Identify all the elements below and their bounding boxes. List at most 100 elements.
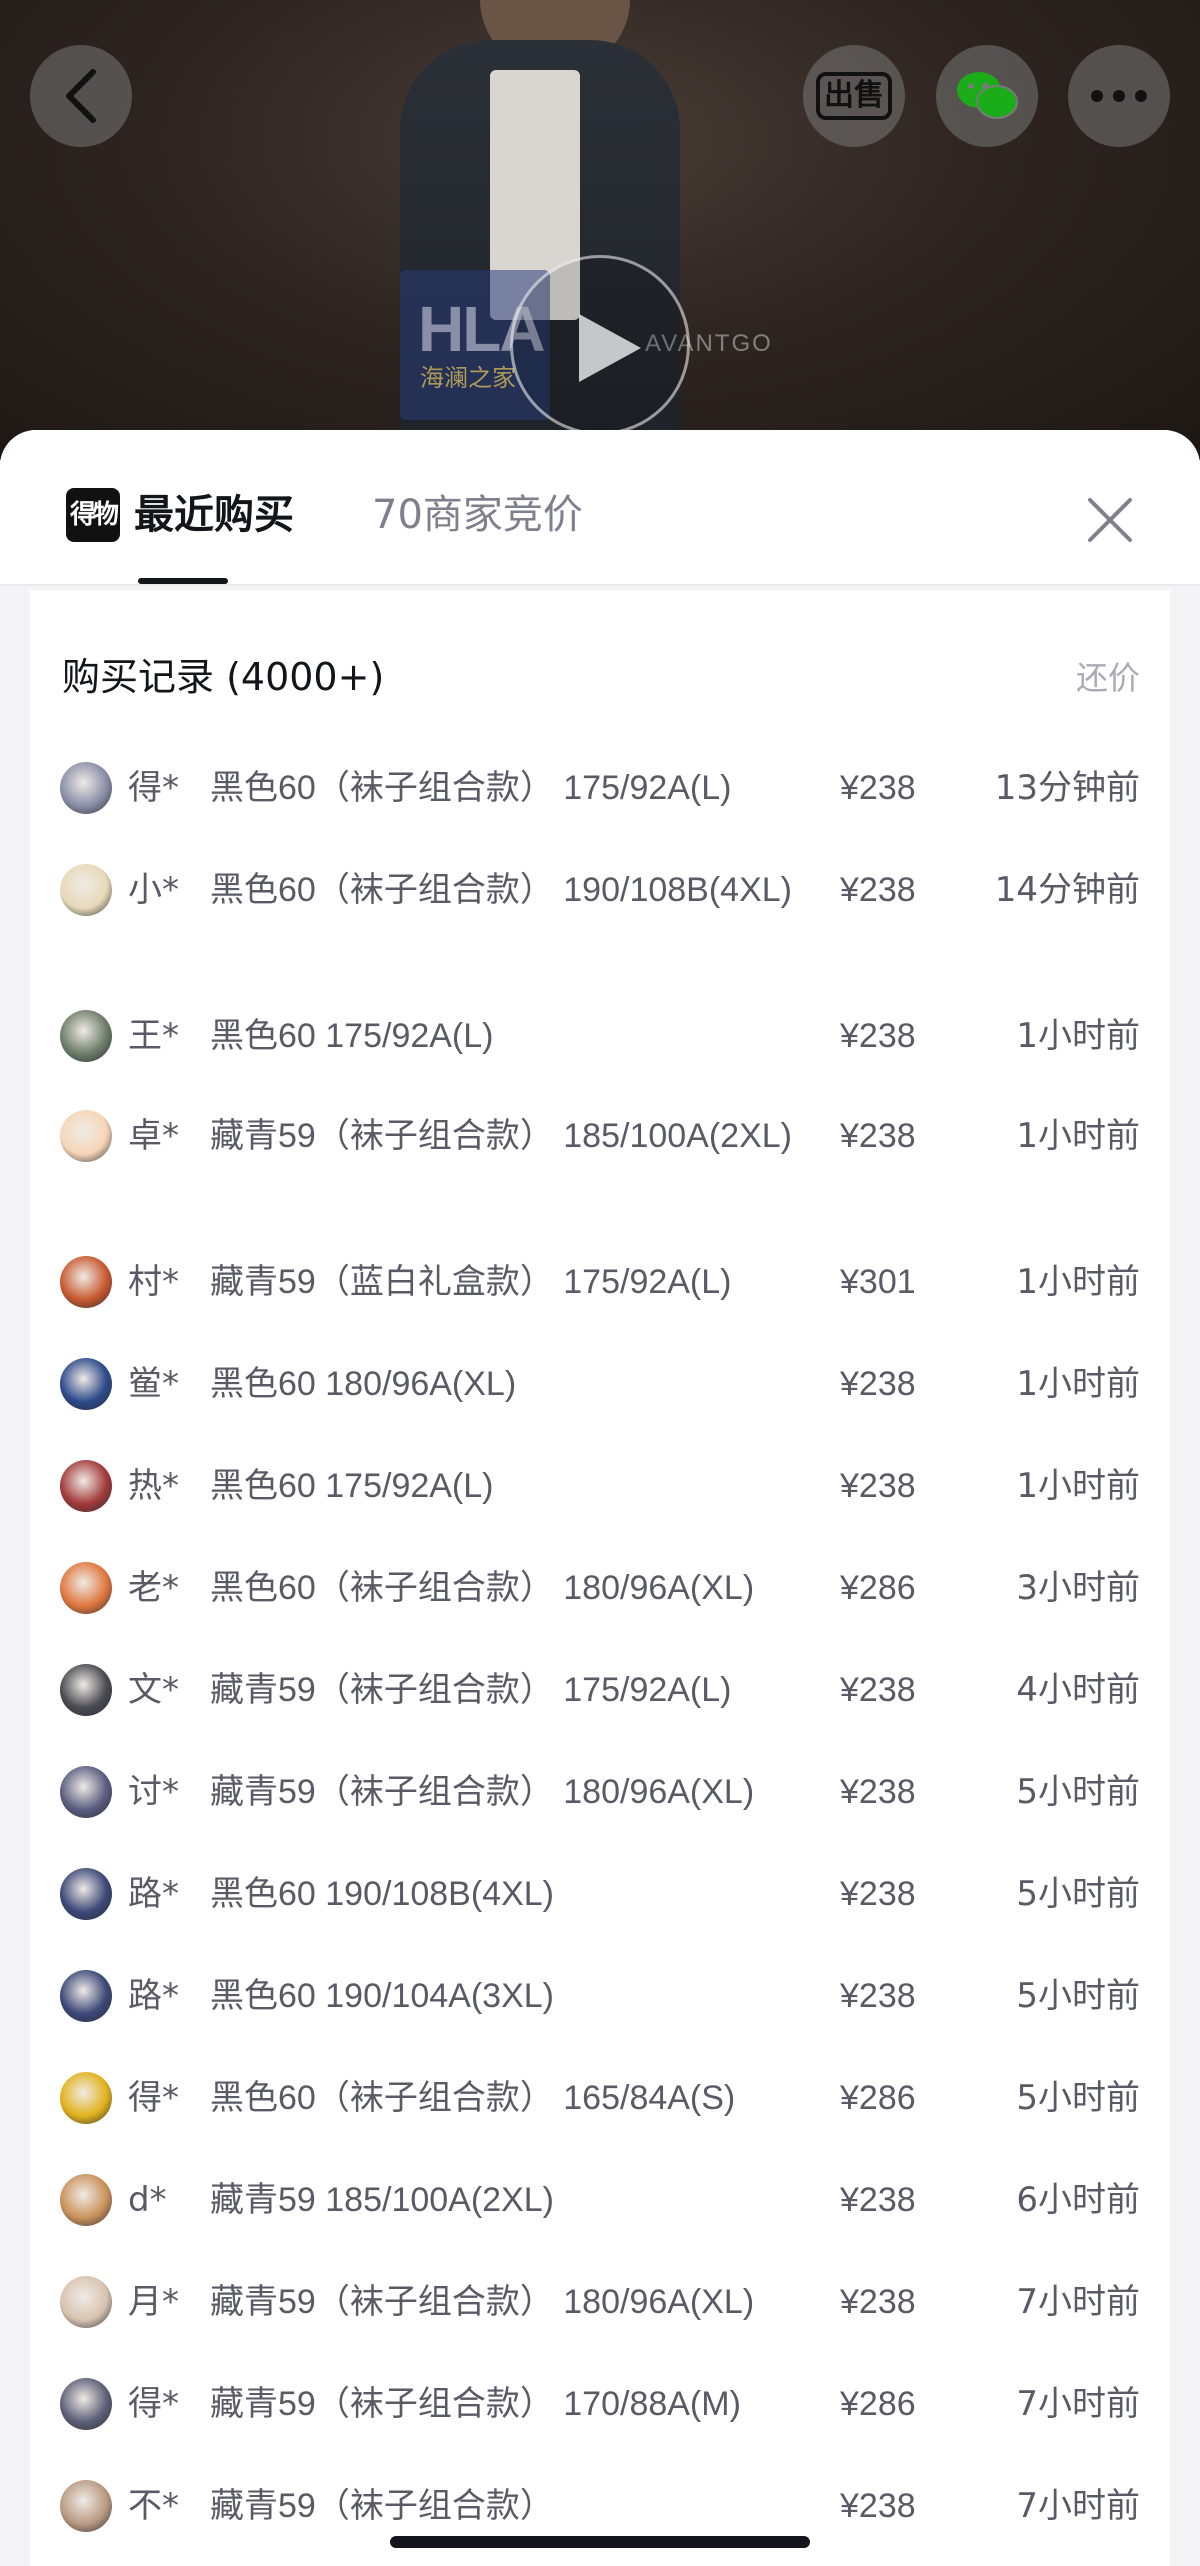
user-avatar bbox=[60, 1970, 112, 2022]
purchase-time: 1小时前 bbox=[1016, 1262, 1140, 1302]
buyer-name: 得* bbox=[128, 2078, 179, 2118]
buyer-name: 路* bbox=[128, 1874, 179, 1914]
purchase-price: ¥238 bbox=[840, 2181, 916, 2219]
record-row: 鲎* 黑色60 180/96A(XL) ¥238 1小时前 bbox=[30, 1358, 1170, 1438]
home-indicator[interactable] bbox=[390, 2536, 810, 2548]
user-avatar bbox=[60, 1256, 112, 1308]
user-avatar bbox=[60, 2174, 112, 2226]
sheet-header: 得物 最近购买 70商家竞价 bbox=[0, 430, 1200, 586]
purchase-time: 5小时前 bbox=[1016, 1976, 1140, 2016]
active-tab-indicator bbox=[138, 578, 228, 584]
buyer-name: 小* bbox=[128, 870, 179, 910]
buyer-name: 不* bbox=[128, 2486, 179, 2526]
record-row: 不* 藏青59（袜子组合款） ¥238 7小时前 bbox=[30, 2480, 1170, 2560]
chevron-left-icon bbox=[66, 69, 96, 123]
brand-sub-text: 海澜之家 bbox=[420, 364, 516, 392]
counter-offer-link[interactable]: 还价 bbox=[1076, 658, 1140, 698]
user-avatar bbox=[60, 1868, 112, 1920]
purchase-price: ¥238 bbox=[840, 1671, 916, 1709]
recent-purchases-sheet: 得物 最近购买 70商家竞价 购买记录 (4000+) 还价 得* 黑色60（袜子… bbox=[0, 430, 1200, 2566]
tab-merchant-bids[interactable]: 70商家竞价 bbox=[372, 488, 583, 542]
purchase-time: 7小时前 bbox=[1016, 2384, 1140, 2424]
purchase-price: ¥238 bbox=[840, 2283, 916, 2321]
user-avatar bbox=[60, 2072, 112, 2124]
buyer-name: 得* bbox=[128, 2384, 179, 2424]
buyer-name: 老* bbox=[128, 1568, 179, 1608]
user-avatar bbox=[60, 1110, 112, 1162]
record-row: 讨* 藏青59（袜子组合款） 180/96A(XL) ¥238 5小时前 bbox=[30, 1766, 1170, 1846]
user-avatar bbox=[60, 2480, 112, 2532]
item-variant: 黑色60 180/96A(XL) bbox=[210, 1365, 517, 1403]
record-row: 得* 藏青59（袜子组合款） 170/88A(M) ¥286 7小时前 bbox=[30, 2378, 1170, 2458]
user-avatar bbox=[60, 1664, 112, 1716]
purchase-price: ¥286 bbox=[840, 2385, 916, 2423]
item-variant: 黑色60 175/92A(L) bbox=[210, 1017, 494, 1055]
buyer-name: 月* bbox=[128, 2282, 179, 2322]
more-button[interactable] bbox=[1068, 45, 1170, 147]
purchase-price: ¥301 bbox=[840, 1263, 916, 1301]
purchase-price: ¥238 bbox=[840, 1365, 916, 1403]
purchase-price: ¥238 bbox=[840, 769, 916, 807]
buyer-name: 鲎* bbox=[128, 1364, 179, 1404]
record-row: 路* 黑色60 190/104A(3XL) ¥238 5小时前 bbox=[30, 1970, 1170, 2050]
user-avatar bbox=[60, 1358, 112, 1410]
purchase-time: 4小时前 bbox=[1016, 1670, 1140, 1710]
item-variant: 藏青59 185/100A(2XL) bbox=[210, 2181, 554, 2219]
purchase-price: ¥238 bbox=[840, 871, 916, 909]
purchase-price: ¥286 bbox=[840, 1569, 916, 1607]
buyer-name: d* bbox=[128, 2180, 167, 2220]
record-row: 卓* 藏青59（袜子组合款） 185/100A(2XL) ¥238 1小时前 bbox=[30, 1110, 1170, 1190]
dewu-logo-icon: 得物 bbox=[66, 488, 120, 542]
purchase-price: ¥238 bbox=[840, 1467, 916, 1505]
record-row: 月* 藏青59（袜子组合款） 180/96A(XL) ¥238 7小时前 bbox=[30, 2276, 1170, 2356]
tab-recent-purchases[interactable]: 最近购买 bbox=[134, 488, 294, 542]
record-row: 村* 藏青59（蓝白礼盒款） 175/92A(L) ¥301 1小时前 bbox=[30, 1256, 1170, 1336]
item-variant: 黑色60 190/104A(3XL) bbox=[210, 1977, 554, 2015]
purchase-time: 5小时前 bbox=[1016, 1874, 1140, 1914]
purchase-time: 1小时前 bbox=[1016, 1364, 1140, 1404]
user-avatar bbox=[60, 864, 112, 916]
purchase-time: 3小时前 bbox=[1016, 1568, 1140, 1608]
buyer-name: 热* bbox=[128, 1466, 179, 1506]
purchase-price: ¥238 bbox=[840, 2487, 916, 2525]
purchase-records-card: 购买记录 (4000+) 还价 得* 黑色60（袜子组合款） 175/92A(L)… bbox=[30, 590, 1170, 2566]
purchase-time: 1小时前 bbox=[1016, 1016, 1140, 1056]
item-variant: 藏青59（袜子组合款） 175/92A(L) bbox=[210, 1671, 732, 1709]
record-row: 王* 黑色60 175/92A(L) ¥238 1小时前 bbox=[30, 1010, 1170, 1090]
play-icon bbox=[579, 314, 641, 382]
records-title: 购买记录 (4000+) bbox=[62, 655, 385, 699]
sell-label: 出售 bbox=[816, 72, 892, 120]
close-icon bbox=[1088, 498, 1132, 542]
back-button[interactable] bbox=[30, 45, 132, 147]
item-variant: 藏青59（袜子组合款） bbox=[210, 2487, 554, 2525]
buyer-name: 文* bbox=[128, 1670, 179, 1710]
buyer-name: 路* bbox=[128, 1976, 179, 2016]
sell-button[interactable]: 出售 bbox=[803, 45, 905, 147]
record-row: d* 藏青59 185/100A(2XL) ¥238 6小时前 bbox=[30, 2174, 1170, 2254]
item-variant: 黑色60（袜子组合款） 190/108B(4XL) bbox=[210, 871, 792, 909]
wechat-share-button[interactable] bbox=[936, 45, 1038, 147]
buyer-name: 王* bbox=[128, 1016, 179, 1056]
more-dots-icon bbox=[1091, 90, 1147, 102]
user-avatar bbox=[60, 1460, 112, 1512]
purchase-price: ¥238 bbox=[840, 1017, 916, 1055]
buyer-name: 村* bbox=[128, 1262, 179, 1302]
purchase-price: ¥238 bbox=[840, 1773, 916, 1811]
play-button[interactable] bbox=[510, 255, 690, 435]
purchase-time: 13分钟前 bbox=[994, 768, 1140, 808]
item-variant: 黑色60（袜子组合款） 180/96A(XL) bbox=[210, 1569, 755, 1607]
record-row: 文* 藏青59（袜子组合款） 175/92A(L) ¥238 4小时前 bbox=[30, 1664, 1170, 1744]
close-button[interactable] bbox=[1080, 490, 1140, 550]
purchase-time: 5小时前 bbox=[1016, 2078, 1140, 2118]
purchase-time: 7小时前 bbox=[1016, 2486, 1140, 2526]
purchase-time: 14分钟前 bbox=[994, 870, 1140, 910]
wechat-icon bbox=[957, 72, 1018, 119]
purchase-time: 7小时前 bbox=[1016, 2282, 1140, 2322]
purchase-price: ¥238 bbox=[840, 1875, 916, 1913]
purchase-time: 6小时前 bbox=[1016, 2180, 1140, 2220]
item-variant: 藏青59（袜子组合款） 180/96A(XL) bbox=[210, 2283, 755, 2321]
item-variant: 藏青59（蓝白礼盒款） 175/92A(L) bbox=[210, 1263, 732, 1301]
purchase-time: 5小时前 bbox=[1016, 1772, 1140, 1812]
user-avatar bbox=[60, 2276, 112, 2328]
record-row: 老* 黑色60（袜子组合款） 180/96A(XL) ¥286 3小时前 bbox=[30, 1562, 1170, 1642]
